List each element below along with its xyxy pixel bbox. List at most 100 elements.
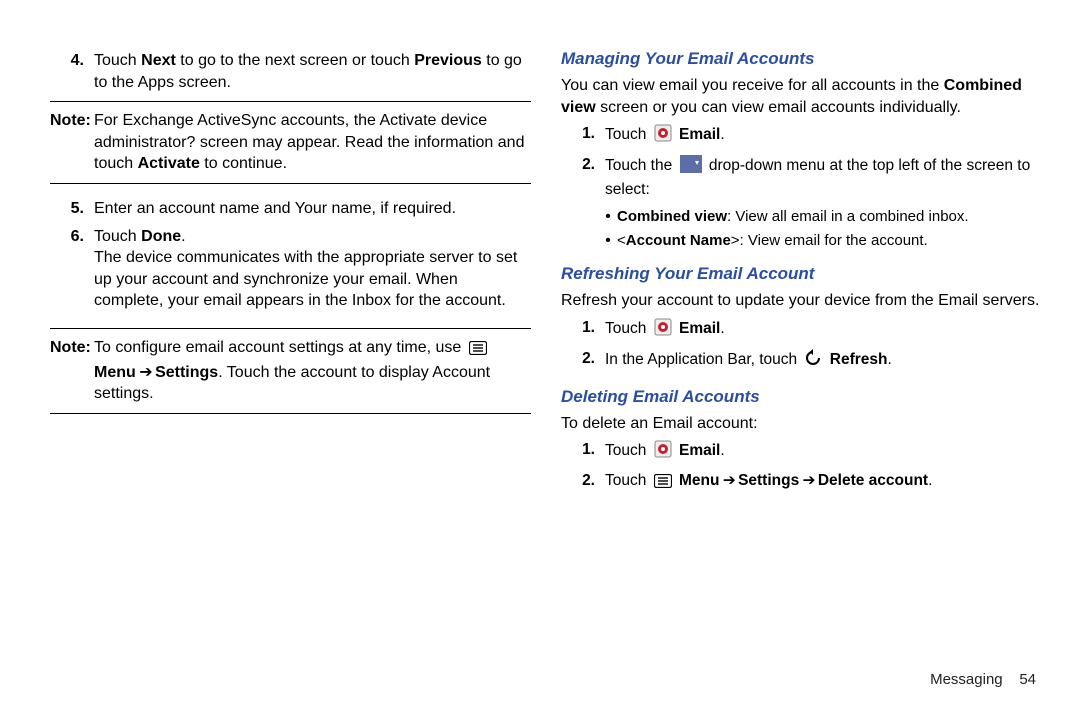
arrow-icon: ➔ — [136, 364, 155, 381]
bullet: • Combined view: View all email in a com… — [599, 207, 1042, 227]
note-configure: Note: To configure email account setting… — [50, 337, 531, 405]
step-num: 2. — [561, 155, 605, 201]
txt: Touch — [94, 52, 141, 69]
bullet-text: Combined view: View all email in a combi… — [617, 207, 1042, 227]
setup-steps-top: 4. Touch Next to go to the next screen o… — [50, 50, 531, 93]
heading-deleting: Deleting Email Accounts — [561, 386, 1042, 409]
manual-page: 4. Touch Next to go to the next screen o… — [0, 0, 1080, 720]
step-num: 5. — [50, 198, 94, 220]
bullet: • <Account Name>: View email for the acc… — [599, 231, 1042, 251]
step-text: Touch Email. — [605, 440, 1042, 465]
step: 2. In the Application Bar, touch Refresh… — [561, 349, 1042, 374]
txt: You can view email you receive for all a… — [561, 77, 944, 94]
step-num: 1. — [561, 318, 605, 343]
menu-icon — [469, 340, 487, 362]
step-num: 2. — [561, 471, 605, 495]
txt: The device communicates with the appropr… — [94, 249, 517, 309]
step: 1. Touch Email. — [561, 318, 1042, 343]
footer-section: Messaging — [930, 671, 1003, 688]
txt: Touch — [605, 320, 651, 337]
step-text: Touch Email. — [605, 124, 1042, 149]
note-text: To configure email account settings at a… — [94, 337, 531, 405]
txt: < — [617, 232, 626, 249]
rule — [50, 328, 531, 329]
txt: . — [720, 442, 724, 459]
bold: Done — [141, 228, 181, 245]
bold: Account Name — [626, 232, 731, 249]
step-text: Touch the drop-down menu at the top left… — [605, 155, 1042, 201]
refresh-icon — [804, 349, 822, 374]
txt: . — [181, 228, 185, 245]
footer-page: 54 — [1019, 671, 1036, 688]
rule — [50, 413, 531, 414]
bold: Combined view — [617, 208, 727, 225]
email-icon — [654, 318, 672, 343]
bold: Settings — [155, 364, 218, 381]
note-label: Note: — [50, 337, 94, 405]
step: 2. Touch the drop-down menu at the top l… — [561, 155, 1042, 201]
bullet-dot: • — [599, 207, 617, 227]
txt: . — [720, 126, 724, 143]
step-text: Touch Next to go to the next screen or t… — [94, 50, 531, 93]
setup-steps-bottom: 5. Enter an account name and Your name, … — [50, 198, 531, 312]
paragraph: You can view email you receive for all a… — [561, 75, 1042, 118]
note-label: Note: — [50, 110, 94, 175]
bold: Previous — [414, 52, 482, 69]
paragraph: Refresh your account to update your devi… — [561, 290, 1042, 312]
arrow-icon: ➔ — [719, 472, 738, 489]
refresh-steps: 1. Touch Email. 2. In the Application Ba… — [561, 318, 1042, 374]
column-right: Managing Your Email Accounts You can vie… — [561, 44, 1042, 684]
txt: Touch the — [605, 157, 677, 174]
bold: Activate — [138, 155, 200, 172]
heading-refreshing: Refreshing Your Email Account — [561, 263, 1042, 286]
step-num: 4. — [50, 50, 94, 93]
txt: . — [888, 351, 892, 368]
txt: Touch — [605, 442, 651, 459]
step-num: 6. — [50, 226, 94, 312]
email-icon — [654, 440, 672, 465]
bold: Next — [141, 52, 176, 69]
step-num: 1. — [561, 124, 605, 149]
email-icon — [654, 124, 672, 149]
txt: to continue. — [200, 155, 287, 172]
txt: . — [928, 472, 932, 489]
step-4: 4. Touch Next to go to the next screen o… — [50, 50, 531, 93]
rule — [50, 183, 531, 184]
step-num: 1. — [561, 440, 605, 465]
bullet-text: <Account Name>: View email for the accou… — [617, 231, 1042, 251]
menu-icon — [654, 474, 672, 495]
step-text: Touch Menu ➔ Settings ➔ Delete account. — [605, 471, 1042, 495]
bold: Email — [679, 320, 720, 337]
arrow-icon: ➔ — [799, 472, 818, 489]
step: 1. Touch Email. — [561, 124, 1042, 149]
bold: Email — [679, 126, 720, 143]
bold: Delete account — [818, 472, 928, 489]
step-5: 5. Enter an account name and Your name, … — [50, 198, 531, 220]
view-options: • Combined view: View all email in a com… — [599, 207, 1042, 252]
bullet-dot: • — [599, 231, 617, 251]
step-num: 2. — [561, 349, 605, 374]
txt: Touch — [605, 472, 651, 489]
step-text: Touch Done. The device communicates with… — [94, 226, 531, 312]
txt: Touch — [605, 126, 651, 143]
txt: >: View email for the account. — [731, 232, 928, 249]
heading-managing: Managing Your Email Accounts — [561, 48, 1042, 71]
step-6: 6. Touch Done. The device communicates w… — [50, 226, 531, 312]
step-text: Enter an account name and Your name, if … — [94, 198, 531, 220]
txt: Touch — [94, 228, 141, 245]
step: 2. Touch Menu ➔ Settings ➔ Delete accoun… — [561, 471, 1042, 495]
page-footer: Messaging 54 — [930, 670, 1036, 690]
txt: screen or you can view email accounts in… — [596, 99, 961, 116]
txt: to go to the next screen or touch — [176, 52, 414, 69]
rule — [50, 101, 531, 102]
managing-steps: 1. Touch Email. 2. Touch the drop-down — [561, 124, 1042, 201]
bold: Menu — [94, 364, 136, 381]
paragraph: To delete an Email account: — [561, 413, 1042, 435]
dropdown-icon — [680, 155, 702, 180]
step: 1. Touch Email. — [561, 440, 1042, 465]
column-left: 4. Touch Next to go to the next screen o… — [50, 44, 531, 684]
txt: : View all email in a combined inbox. — [727, 208, 969, 225]
note-activate: Note: For Exchange ActiveSync accounts, … — [50, 110, 531, 175]
txt: In the Application Bar, touch — [605, 351, 801, 368]
delete-steps: 1. Touch Email. 2. Touch Menu ➔ Setting — [561, 440, 1042, 495]
